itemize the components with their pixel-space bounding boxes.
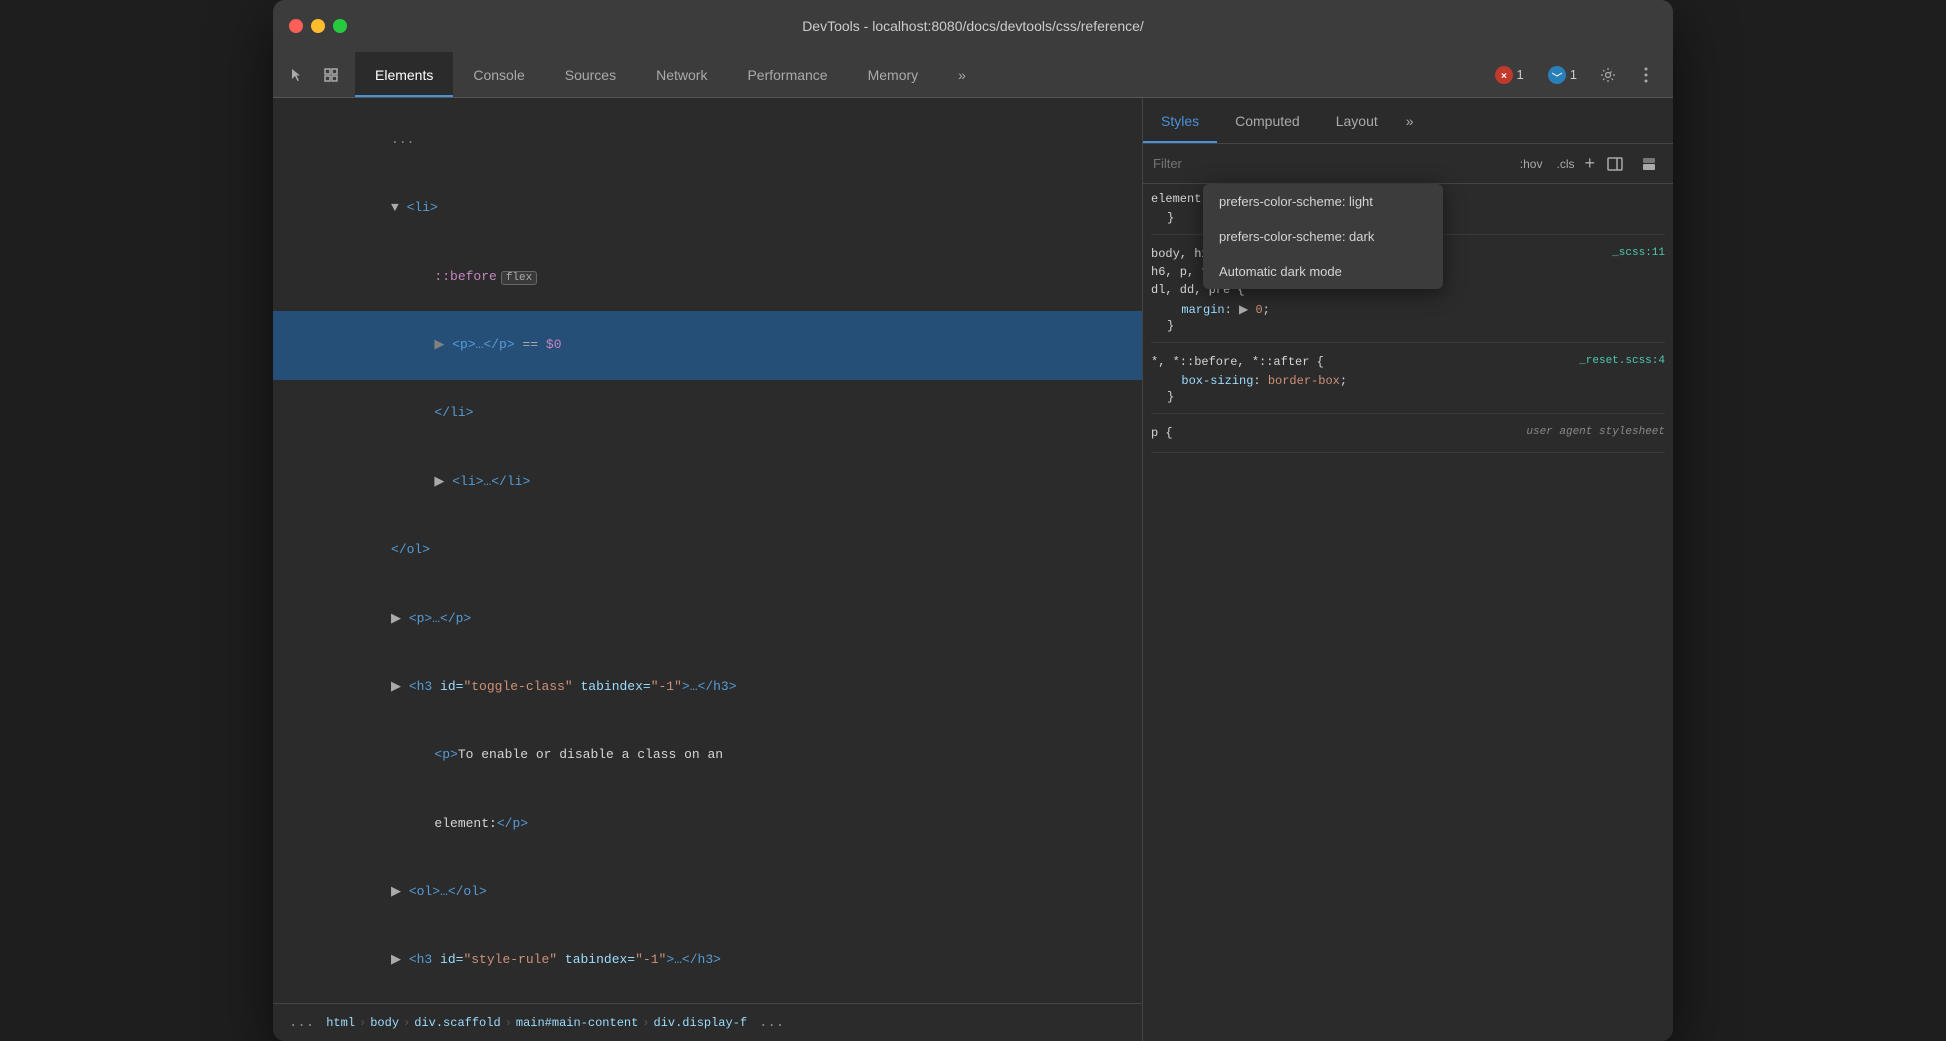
tab-layout[interactable]: Layout [1318, 98, 1396, 143]
li-close[interactable]: </li> [273, 380, 1142, 448]
close-button[interactable] [289, 19, 303, 33]
styles-tab-more[interactable]: » [1396, 98, 1424, 143]
filter-input[interactable] [1153, 156, 1508, 171]
breadcrumb-end-dots[interactable]: ... [751, 1015, 792, 1031]
expand-arrow[interactable]: ▼ [391, 200, 407, 215]
p-text-1: <p>To enable or disable a class on an [273, 722, 1142, 790]
inspect-tool[interactable] [317, 61, 345, 89]
tab-tools [273, 52, 355, 97]
css-rule-p: p { user agent stylesheet [1151, 426, 1665, 453]
filter-bar: :hov .cls + [1143, 144, 1673, 184]
css-closing-brace: } [1151, 318, 1665, 334]
cls-button[interactable]: .cls [1552, 155, 1578, 173]
maximize-button[interactable] [333, 19, 347, 33]
filter-actions: :hov .cls + [1516, 150, 1663, 178]
tab-right-actions: ✕ 1 1 [1475, 52, 1673, 97]
css-closing-brace: } [1151, 389, 1665, 405]
ol-collapsed[interactable]: ▶ <ol>…</ol> [273, 858, 1142, 926]
css-selector-universal: *, *::before, *::after { _reset.scss:4 [1151, 355, 1665, 369]
color-picker-button[interactable] [1635, 150, 1663, 178]
dropdown-item-light[interactable]: prefers-color-scheme: light [1203, 184, 1443, 219]
selected-element[interactable]: ▶ <p>…</p> == $0 [273, 311, 1142, 379]
tab-console[interactable]: Console [453, 52, 544, 97]
window-title: DevTools - localhost:8080/docs/devtools/… [802, 18, 1144, 34]
breadcrumb-start-dots[interactable]: ... [281, 1015, 322, 1031]
tab-elements[interactable]: Elements [355, 52, 453, 97]
message-badge-btn[interactable]: 1 [1540, 62, 1585, 88]
toggle-sidebar-button[interactable] [1601, 150, 1629, 178]
p-text-2: element:</p> [273, 790, 1142, 858]
dom-panel: ... ▼ <li> ::beforeflex ▶ <p>…</p> == $0… [273, 98, 1143, 1041]
styles-tabs: Styles Computed Layout » [1143, 98, 1673, 144]
more-options-button[interactable] [1631, 60, 1661, 90]
css-prop-margin: margin: ▶ 0; [1151, 301, 1665, 318]
bc-html[interactable]: html [326, 1016, 355, 1030]
main-tabs: Elements Console Sources Network Perform… [355, 52, 1475, 97]
cursor-tool[interactable] [283, 61, 311, 89]
tab-performance[interactable]: Performance [727, 52, 847, 97]
css-rules[interactable]: element.styl } body, h1, h2, _scss:11 h6… [1143, 184, 1673, 1041]
message-icon [1548, 66, 1566, 84]
color-scheme-dropdown: prefers-color-scheme: light prefers-colo… [1203, 184, 1443, 289]
h3-style-rule[interactable]: ▶ <h3 id="style-rule" tabindex="-1">…</h… [273, 927, 1142, 995]
tab-network[interactable]: Network [636, 52, 727, 97]
bc-div-scaffold[interactable]: div.scaffold [414, 1016, 500, 1030]
bc-div-display[interactable]: div.display-f [654, 1016, 748, 1030]
styles-panel: Styles Computed Layout » :hov .cls + [1143, 98, 1673, 1041]
main-content: ... ▼ <li> ::beforeflex ▶ <p>…</p> == $0… [273, 98, 1673, 1041]
dom-tree[interactable]: ... ▼ <li> ::beforeflex ▶ <p>…</p> == $0… [273, 98, 1142, 1003]
css-prop-box-sizing: box-sizing: border-box; [1151, 373, 1665, 389]
pseudo-before[interactable]: ::beforeflex [273, 243, 1142, 311]
add-style-button[interactable]: + [1584, 153, 1595, 174]
traffic-lights [289, 19, 347, 33]
minimize-button[interactable] [311, 19, 325, 33]
p-collapsed[interactable]: ▶ <p>…</p> [273, 585, 1142, 653]
tab-sources[interactable]: Sources [545, 52, 636, 97]
tab-styles[interactable]: Styles [1143, 98, 1217, 143]
tab-more[interactable]: » [938, 52, 986, 97]
li-collapsed[interactable]: ▶ <li>…</li> [273, 448, 1142, 516]
bc-main[interactable]: main#main-content [516, 1016, 638, 1030]
settings-button[interactable] [1593, 60, 1623, 90]
dropdown-item-auto[interactable]: Automatic dark mode [1203, 254, 1443, 289]
error-badge-btn[interactable]: ✕ 1 [1487, 62, 1532, 88]
dom-ellipsis-top: ... [273, 106, 1142, 174]
h3-toggle-class[interactable]: ▶ <h3 id="toggle-class" tabindex="-1">…<… [273, 653, 1142, 721]
tab-computed[interactable]: Computed [1217, 98, 1318, 143]
ol-close[interactable]: </ol> [273, 516, 1142, 584]
breadcrumb: ... html › body › div.scaffold › main#ma… [273, 1003, 1142, 1041]
css-selector-p: p { user agent stylesheet [1151, 426, 1665, 440]
list-item[interactable]: ▼ <li> [273, 174, 1142, 242]
title-bar: DevTools - localhost:8080/docs/devtools/… [273, 0, 1673, 52]
css-rule-universal: *, *::before, *::after { _reset.scss:4 b… [1151, 355, 1665, 414]
dropdown-item-dark[interactable]: prefers-color-scheme: dark [1203, 219, 1443, 254]
devtools-window: DevTools - localhost:8080/docs/devtools/… [273, 0, 1673, 1041]
bc-body[interactable]: body [370, 1016, 399, 1030]
error-icon: ✕ [1495, 66, 1513, 84]
tab-bar: Elements Console Sources Network Perform… [273, 52, 1673, 98]
tab-memory[interactable]: Memory [848, 52, 939, 97]
user-agent-label: user agent stylesheet [1526, 426, 1665, 438]
hov-button[interactable]: :hov [1516, 155, 1547, 173]
svg-text:✕: ✕ [1500, 71, 1507, 80]
